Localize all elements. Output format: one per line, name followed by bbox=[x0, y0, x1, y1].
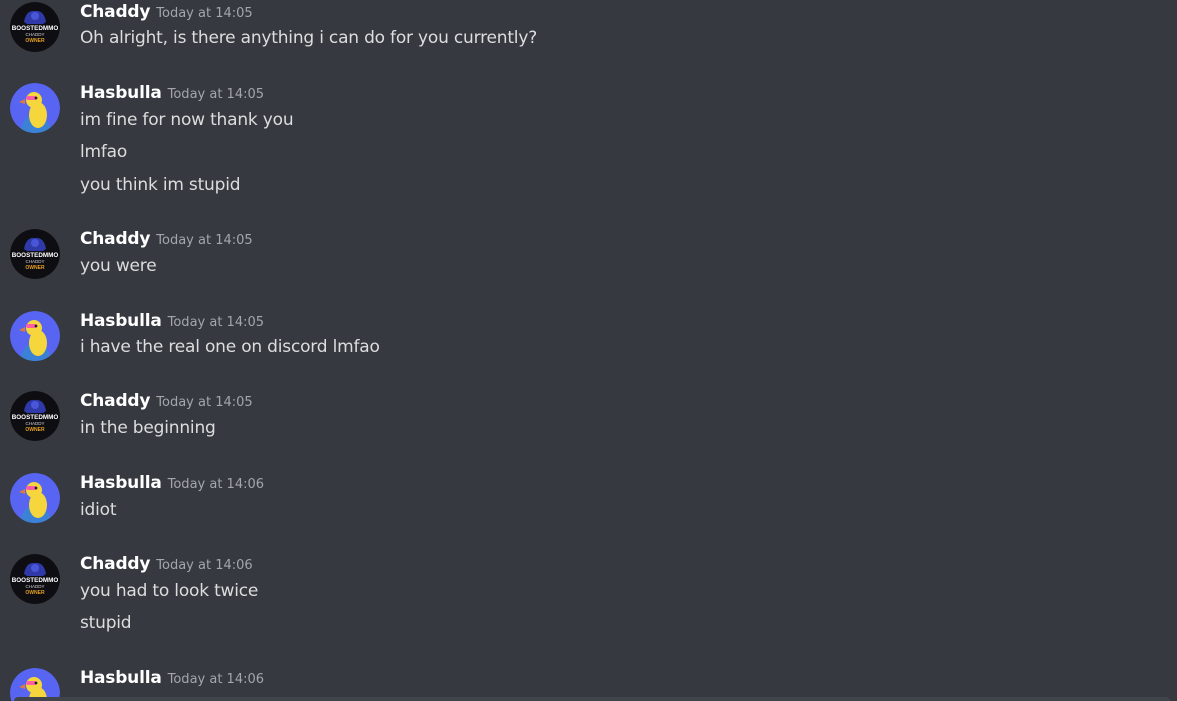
timestamp[interactable]: Today at 14:05 bbox=[156, 233, 252, 248]
boosted-mmo-logo-icon: BOOSTEDMMO CHADDY OWNER bbox=[10, 229, 60, 279]
message-text: idiot bbox=[80, 500, 117, 520]
svg-text:OWNER: OWNER bbox=[25, 265, 45, 271]
message-text: you had to look twice bbox=[80, 581, 259, 601]
message-text: stupid bbox=[80, 613, 132, 633]
message-text: you think im stupid bbox=[80, 175, 241, 195]
timestamp[interactable]: Today at 14:05 bbox=[156, 6, 252, 21]
author-name[interactable]: Hasbulla bbox=[80, 83, 162, 103]
svg-text:BOOSTEDMMO: BOOSTEDMMO bbox=[12, 25, 59, 32]
yellow-duck-avatar-icon bbox=[10, 311, 60, 361]
avatar[interactable]: BOOSTEDMMO CHADDY OWNER bbox=[10, 229, 60, 279]
author-name[interactable]: Chaddy bbox=[80, 229, 150, 249]
avatar[interactable]: BOOSTEDMMO CHADDY OWNER bbox=[10, 2, 60, 52]
message-header: Chaddy Today at 14:05 bbox=[80, 229, 253, 253]
svg-text:BOOSTEDMMO: BOOSTEDMMO bbox=[12, 577, 59, 584]
message-header: Chaddy Today at 14:06 bbox=[80, 554, 253, 578]
svg-text:OWNER: OWNER bbox=[25, 590, 45, 596]
chat-message-list[interactable]: BOOSTEDMMO CHADDY OWNER Chaddy Today at 1… bbox=[0, 0, 1177, 701]
svg-text:CHADDY: CHADDY bbox=[25, 259, 44, 264]
yellow-duck-avatar-icon bbox=[10, 473, 60, 523]
boosted-mmo-logo-icon: BOOSTEDMMO CHADDY OWNER bbox=[10, 2, 60, 52]
avatar[interactable]: BOOSTEDMMO CHADDY OWNER bbox=[10, 391, 60, 441]
avatar[interactable] bbox=[10, 473, 60, 523]
message-header: Chaddy Today at 14:05 bbox=[80, 391, 253, 415]
timestamp[interactable]: Today at 14:06 bbox=[168, 672, 264, 687]
author-name[interactable]: Chaddy bbox=[80, 554, 150, 574]
message-text: lmfao bbox=[80, 142, 128, 162]
svg-text:CHADDY: CHADDY bbox=[25, 584, 44, 589]
message-text: in the beginning bbox=[80, 418, 216, 438]
message-header: Hasbulla Today at 14:05 bbox=[80, 83, 264, 107]
message-header: Hasbulla Today at 14:05 bbox=[80, 311, 264, 335]
svg-text:BOOSTEDMMO: BOOSTEDMMO bbox=[12, 252, 59, 259]
svg-text:CHADDY: CHADDY bbox=[25, 421, 44, 426]
avatar[interactable] bbox=[10, 83, 60, 133]
avatar[interactable]: BOOSTEDMMO CHADDY OWNER bbox=[10, 554, 60, 604]
message-header: Hasbulla Today at 14:06 bbox=[80, 668, 264, 692]
timestamp[interactable]: Today at 14:05 bbox=[168, 315, 264, 330]
message-text: i have the real one on discord lmfao bbox=[80, 337, 380, 357]
timestamp[interactable]: Today at 14:06 bbox=[168, 477, 264, 492]
message-header: Chaddy Today at 14:05 bbox=[80, 2, 253, 26]
author-name[interactable]: Hasbulla bbox=[80, 311, 162, 331]
author-name[interactable]: Hasbulla bbox=[80, 473, 162, 493]
author-name[interactable]: Hasbulla bbox=[80, 668, 162, 688]
message-input-edge[interactable] bbox=[14, 697, 1170, 701]
boosted-mmo-logo-icon: BOOSTEDMMO CHADDY OWNER bbox=[10, 391, 60, 441]
message-text: im fine for now thank you bbox=[80, 110, 294, 130]
yellow-duck-avatar-icon bbox=[10, 83, 60, 133]
boosted-mmo-logo-icon: BOOSTEDMMO CHADDY OWNER bbox=[10, 554, 60, 604]
svg-text:BOOSTEDMMO: BOOSTEDMMO bbox=[12, 414, 59, 421]
author-name[interactable]: Chaddy bbox=[80, 391, 150, 411]
message-text: you were bbox=[80, 256, 157, 276]
svg-text:OWNER: OWNER bbox=[25, 38, 45, 44]
message-header: Hasbulla Today at 14:06 bbox=[80, 473, 264, 497]
timestamp[interactable]: Today at 14:05 bbox=[156, 395, 252, 410]
message-text: Oh alright, is there anything i can do f… bbox=[80, 28, 538, 48]
timestamp[interactable]: Today at 14:05 bbox=[168, 87, 264, 102]
timestamp[interactable]: Today at 14:06 bbox=[156, 558, 252, 573]
avatar[interactable] bbox=[10, 311, 60, 361]
svg-text:CHADDY: CHADDY bbox=[25, 32, 44, 37]
svg-text:OWNER: OWNER bbox=[25, 427, 45, 433]
author-name[interactable]: Chaddy bbox=[80, 2, 150, 22]
